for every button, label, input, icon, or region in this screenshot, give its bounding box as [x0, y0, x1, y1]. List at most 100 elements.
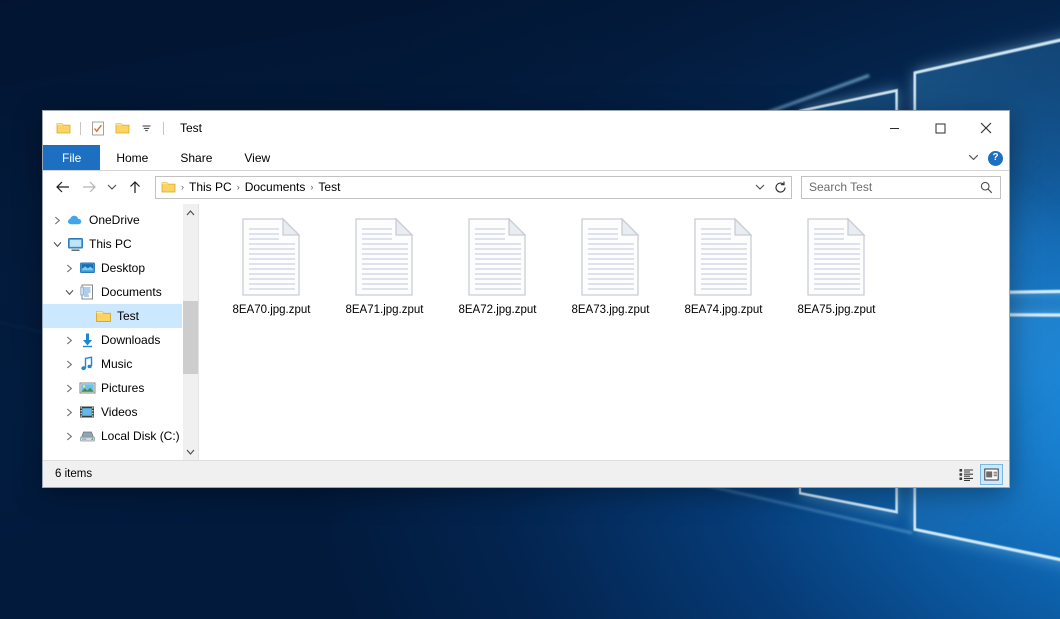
minimize-button[interactable]: [871, 111, 917, 145]
file-name: 8EA74.jpg.zput: [684, 303, 762, 317]
sidebar-item-label: This PC: [85, 237, 132, 251]
generic-document-icon: [353, 217, 417, 297]
refresh-icon[interactable]: [770, 177, 791, 198]
chevron-right-icon[interactable]: [61, 384, 77, 393]
videos-icon: [77, 405, 97, 419]
sidebar-item-label: Downloads: [97, 333, 160, 347]
folder-icon: [93, 309, 113, 324]
chevron-right-icon[interactable]: [61, 360, 77, 369]
close-button[interactable]: [963, 111, 1009, 145]
breadcrumb-item-test[interactable]: Test: [314, 180, 344, 194]
monitor-icon: [65, 237, 85, 252]
sidebar-item-label: Pictures: [97, 381, 144, 395]
chevron-right-icon[interactable]: [61, 264, 77, 273]
file-item[interactable]: 8EA71.jpg.zput: [328, 214, 441, 323]
desktop-icon: [77, 261, 97, 275]
generic-document-icon: [692, 217, 756, 297]
sidebar-item-pictures[interactable]: Pictures: [43, 376, 198, 400]
chevron-right-icon[interactable]: [61, 336, 77, 345]
forward-button[interactable]: [77, 175, 101, 199]
sidebar-item-documents[interactable]: Documents: [43, 280, 198, 304]
tab-view[interactable]: View: [228, 145, 286, 170]
toolbar-separator: [80, 122, 81, 135]
address-tools: [749, 177, 791, 198]
sidebar-item-label: Music: [97, 357, 132, 371]
scroll-down-icon[interactable]: [183, 443, 198, 460]
file-list-pane[interactable]: 8EA70.jpg.zput 8EA71.jpg.zput: [198, 204, 1009, 460]
navigation-scrollbar[interactable]: [182, 204, 198, 460]
generic-document-icon: [579, 217, 643, 297]
folder-icon[interactable]: [53, 118, 73, 138]
file-item[interactable]: 8EA72.jpg.zput: [441, 214, 554, 323]
sidebar-item-label: Desktop: [97, 261, 145, 275]
generic-document-icon: [240, 217, 304, 297]
properties-icon[interactable]: [88, 118, 108, 138]
address-bar: › This PC › Documents › Test: [43, 171, 1009, 203]
toolbar-separator: [163, 122, 164, 135]
sidebar-item-music[interactable]: Music: [43, 352, 198, 376]
sidebar-item-label: Documents: [97, 285, 162, 299]
file-grid: 8EA70.jpg.zput 8EA71.jpg.zput: [215, 214, 1003, 323]
disk-icon: [77, 429, 97, 443]
sidebar-item-label: Videos: [97, 405, 137, 419]
window-controls: [871, 111, 1009, 145]
sidebar-item-local-disk-c[interactable]: Local Disk (C:): [43, 424, 198, 448]
window-title: Test: [180, 121, 202, 135]
quick-access-toolbar: Test: [43, 118, 202, 138]
sidebar-item-desktop[interactable]: Desktop: [43, 256, 198, 280]
scroll-up-icon[interactable]: [183, 204, 198, 221]
large-icons-view-button[interactable]: [980, 464, 1003, 485]
tab-file[interactable]: File: [43, 145, 100, 170]
sidebar-item-downloads[interactable]: Downloads: [43, 328, 198, 352]
sidebar-item-label: Local Disk (C:): [97, 429, 180, 443]
file-item[interactable]: 8EA74.jpg.zput: [667, 214, 780, 323]
help-icon[interactable]: ?: [988, 151, 1003, 166]
back-button[interactable]: [51, 175, 75, 199]
tab-home[interactable]: Home: [100, 145, 164, 170]
ribbon-right-controls: ?: [968, 145, 1003, 171]
title-bar: Test: [43, 111, 1009, 145]
generic-document-icon: [805, 217, 869, 297]
chevron-right-icon[interactable]: [49, 216, 65, 225]
chevron-down-icon[interactable]: [61, 289, 77, 296]
tab-share[interactable]: Share: [164, 145, 228, 170]
details-view-button[interactable]: [955, 464, 978, 485]
navigation-pane: OneDrive This PC: [43, 204, 198, 460]
previous-locations-chevron-icon[interactable]: [749, 177, 770, 198]
music-icon: [77, 356, 97, 372]
sidebar-item-test[interactable]: Test: [43, 304, 198, 328]
chevron-down-icon[interactable]: [49, 241, 65, 248]
scrollbar-track[interactable]: [183, 221, 198, 443]
sidebar-item-videos[interactable]: Videos: [43, 400, 198, 424]
pictures-icon: [77, 381, 97, 395]
scrollbar-thumb[interactable]: [183, 301, 198, 374]
file-item[interactable]: 8EA70.jpg.zput: [215, 214, 328, 323]
search-input[interactable]: [802, 180, 980, 194]
sidebar-item-this-pc[interactable]: This PC: [43, 232, 198, 256]
search-box[interactable]: [801, 176, 1001, 199]
file-item[interactable]: 8EA73.jpg.zput: [554, 214, 667, 323]
chevron-right-icon[interactable]: [61, 408, 77, 417]
maximize-button[interactable]: [917, 111, 963, 145]
chevron-down-icon[interactable]: [136, 118, 156, 138]
new-folder-icon[interactable]: [112, 118, 132, 138]
expand-ribbon-chevron-icon[interactable]: [968, 151, 979, 165]
file-item[interactable]: 8EA75.jpg.zput: [780, 214, 893, 323]
up-button[interactable]: [123, 175, 147, 199]
recent-locations-chevron-icon[interactable]: [103, 175, 121, 199]
status-bar: 6 items: [43, 460, 1009, 487]
breadcrumb-item-this-pc[interactable]: This PC: [185, 180, 236, 194]
sidebar-item-label: OneDrive: [85, 213, 140, 227]
chevron-right-icon[interactable]: [61, 432, 77, 441]
breadcrumb-item-documents[interactable]: Documents: [241, 180, 310, 194]
sidebar-item-label: Test: [113, 309, 139, 323]
cloud-icon: [65, 213, 85, 227]
address-folder-icon: [156, 180, 180, 194]
address-path-box[interactable]: › This PC › Documents › Test: [155, 176, 792, 199]
file-name: 8EA75.jpg.zput: [797, 303, 875, 317]
file-name: 8EA71.jpg.zput: [345, 303, 423, 317]
search-icon[interactable]: [980, 181, 1000, 194]
download-icon: [77, 332, 97, 348]
file-name: 8EA72.jpg.zput: [458, 303, 536, 317]
sidebar-item-onedrive[interactable]: OneDrive: [43, 208, 198, 232]
